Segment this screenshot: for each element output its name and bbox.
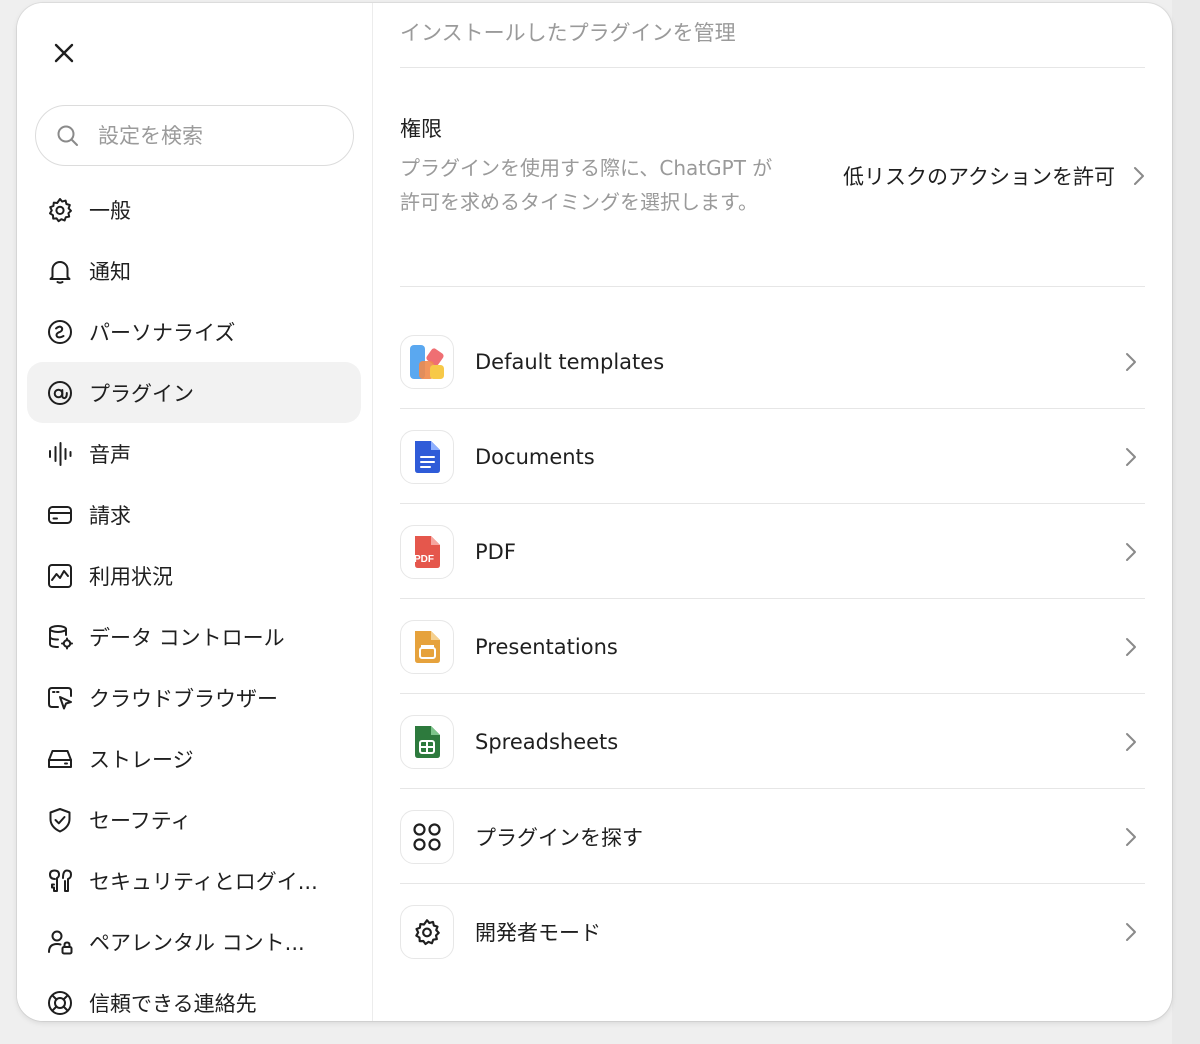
sidebar-item-label: セーフティ	[89, 808, 192, 833]
sidebar-item-label: クラウドブラウザー	[89, 686, 278, 711]
sidebar-item-label: データ コントロール	[89, 625, 285, 650]
background-backdrop	[1172, 0, 1200, 1044]
sidebar-item-label: ストレージ	[89, 747, 194, 772]
settings-sidebar: 一般 通知 パーソナライズ	[17, 3, 373, 1021]
sidebar-item-billing[interactable]: 請求	[27, 484, 361, 545]
storage-drive-icon	[45, 744, 75, 774]
database-gear-icon	[45, 622, 75, 652]
sidebar-item-label: セキュリティとログイ...	[89, 869, 318, 894]
sidebar-item-storage[interactable]: ストレージ	[27, 728, 361, 789]
chevron-right-icon	[1126, 352, 1136, 371]
plugin-name: Documents	[475, 444, 595, 469]
shield-check-icon	[45, 805, 75, 835]
sidebar-item-parental-controls[interactable]: ペアレンタル コント...	[27, 911, 361, 972]
permissions-title: 権限	[400, 117, 442, 141]
sidebar-item-security[interactable]: セキュリティとログイ...	[27, 850, 361, 911]
personalize-icon	[45, 317, 75, 347]
lifebuoy-icon	[45, 988, 75, 1018]
sidebar-item-plugins[interactable]: プラグイン	[27, 362, 361, 423]
sidebar-item-label: 請求	[89, 503, 131, 528]
credit-card-icon	[45, 500, 75, 530]
chevron-right-icon	[1126, 542, 1136, 561]
plugin-name: 開発者モード	[475, 920, 601, 945]
security-key-icon	[45, 866, 75, 896]
chevron-right-icon	[1134, 167, 1144, 185]
presentations-icon	[400, 619, 454, 674]
divider	[400, 286, 1145, 287]
close-icon	[54, 43, 74, 63]
gear-icon	[45, 195, 75, 225]
chevron-right-icon	[1126, 732, 1136, 751]
sidebar-item-label: 音声	[89, 442, 131, 467]
plugin-name: Spreadsheets	[475, 729, 619, 754]
pdf-badge-text: PDF	[414, 553, 434, 565]
plugin-row-presentations[interactable]: Presentations	[400, 599, 1145, 694]
sidebar-item-label: プラグイン	[89, 381, 194, 406]
plugin-name: プラグインを探す	[475, 825, 643, 850]
cloud-browser-icon	[45, 683, 75, 713]
permissions-select[interactable]: 低リスクのアクションを許可	[843, 161, 1145, 191]
pdf-icon: PDF	[400, 524, 454, 579]
discover-plugins-icon	[400, 809, 454, 864]
plugin-row-spreadsheets[interactable]: Spreadsheets	[400, 694, 1145, 789]
sidebar-item-audio[interactable]: 音声	[27, 423, 361, 484]
search-input[interactable]	[98, 123, 318, 148]
sidebar-item-data-controls[interactable]: データ コントロール	[27, 606, 361, 667]
usage-chart-icon	[45, 561, 75, 591]
plugin-name: PDF	[475, 539, 516, 564]
plugin-icon	[45, 378, 75, 408]
settings-search[interactable]	[35, 105, 354, 166]
documents-icon	[400, 429, 454, 484]
chevron-right-icon	[1126, 922, 1136, 941]
plugin-row-documents[interactable]: Documents	[400, 409, 1145, 504]
sidebar-item-trusted-contacts[interactable]: 信頼できる連絡先	[27, 972, 361, 1021]
developer-gear-icon	[400, 904, 454, 959]
plugin-name: Default templates	[475, 349, 665, 374]
sidebar-item-personalize[interactable]: パーソナライズ	[27, 301, 361, 362]
settings-dialog: 一般 通知 パーソナライズ	[17, 3, 1172, 1021]
bell-icon	[45, 256, 75, 286]
sidebar-item-usage[interactable]: 利用状況	[27, 545, 361, 606]
page-subtitle: インストールしたプラグインを管理	[400, 21, 736, 45]
sidebar-item-general[interactable]: 一般	[27, 179, 361, 240]
plugin-row-default-templates[interactable]: Default templates	[400, 314, 1145, 409]
divider	[400, 67, 1145, 68]
plugin-row-pdf[interactable]: PDF PDF	[400, 504, 1145, 599]
search-icon	[57, 125, 78, 146]
sidebar-item-label: 通知	[89, 259, 131, 284]
chevron-right-icon	[1126, 447, 1136, 466]
plugin-name: Presentations	[475, 634, 618, 659]
sidebar-item-label: ペアレンタル コント...	[89, 930, 305, 955]
sidebar-item-label: 一般	[89, 198, 131, 223]
sidebar-item-cloud-browser[interactable]: クラウドブラウザー	[27, 667, 361, 728]
permissions-value: 低リスクのアクションを許可	[843, 165, 1115, 189]
chevron-right-icon	[1126, 637, 1136, 656]
sidebar-nav: 一般 通知 パーソナライズ プラグイン 音声 請求 利用状況 データ コントロー…	[27, 179, 361, 1021]
plugin-row-discover-plugins[interactable]: プラグインを探す	[400, 789, 1145, 884]
chevron-right-icon	[1126, 827, 1136, 846]
sidebar-item-label: パーソナライズ	[89, 320, 236, 345]
sidebar-item-label: 利用状況	[89, 564, 173, 589]
spreadsheets-icon	[400, 714, 454, 769]
plugins-panel: インストールしたプラグインを管理 権限 プラグインを使用する際に、ChatGPT…	[400, 3, 1145, 1021]
sidebar-item-label: 信頼できる連絡先	[89, 991, 257, 1016]
plugin-row-developer-mode[interactable]: 開発者モード	[400, 884, 1145, 979]
sidebar-item-safety[interactable]: セーフティ	[27, 789, 361, 850]
default-templates-icon	[400, 334, 454, 389]
parental-user-lock-icon	[45, 927, 75, 957]
audio-wave-icon	[45, 439, 75, 469]
sidebar-item-notifications[interactable]: 通知	[27, 240, 361, 301]
permissions-description: プラグインを使用する際に、ChatGPT が許可を求めるタイミングを選択します。	[400, 156, 773, 214]
close-button[interactable]	[49, 38, 79, 68]
